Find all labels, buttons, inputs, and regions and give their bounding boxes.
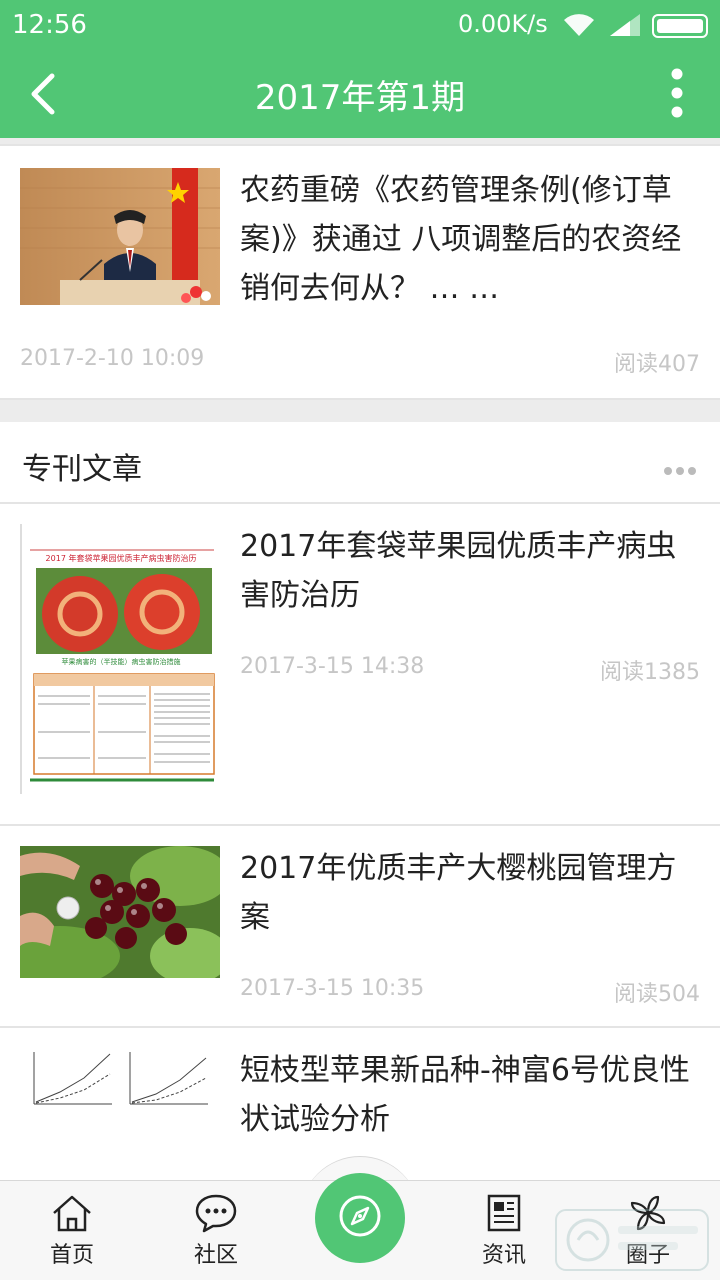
home-icon (22, 1191, 122, 1235)
article-thumbnail: 2017 年套袋苹果园优质丰产病虫害防治历 苹果病害的（半技能）病虫害防治措施 (20, 524, 220, 794)
chat-icon (166, 1191, 266, 1235)
status-bar: 12:56 0.00K/s (0, 0, 720, 50)
article-title[interactable]: 农药重磅《农药管理条例(修订草案)》获通过 八项调整后的农资经销何去何从？ … … (240, 166, 700, 313)
article-title[interactable]: 短枝型苹果新品种-神富6号优良性状试验分析 (240, 1046, 700, 1144)
more-vertical-icon[interactable] (660, 68, 694, 120)
article-date: 2017-3-15 14:38 (240, 654, 425, 679)
thumbnail-subcaption: 苹果病害的（半技能）病虫害防治措施 (61, 658, 181, 666)
article-date: 2017-2-10 10:09 (20, 346, 205, 371)
wifi-icon (562, 12, 596, 42)
article-title[interactable]: 2017年优质丰产大樱桃园管理方案 (240, 844, 700, 942)
battery-icon (652, 14, 708, 38)
article-read-count: 阅读504 (614, 982, 700, 1007)
nav-item-news[interactable]: 资讯 (454, 1191, 554, 1269)
nav-item-home[interactable]: 首页 (22, 1191, 122, 1269)
app-header: 2017年第1期 (0, 50, 720, 138)
newspaper-icon (454, 1191, 554, 1235)
page-title: 2017年第1期 (254, 78, 466, 118)
content-list[interactable]: 农药重磅《农药管理条例(修订草案)》获通过 八项调整后的农资经销何去何从？ … … (0, 138, 720, 1180)
more-horizontal-icon[interactable] (660, 460, 696, 479)
article-date: 2017-3-15 10:35 (240, 976, 425, 1001)
article-read-count: 阅读1385 (600, 660, 700, 685)
compass-icon (337, 1193, 383, 1243)
network-speed: 0.00K/s (458, 10, 548, 38)
article-thumbnail (20, 1048, 220, 1112)
nav-label-community: 社区 (193, 1243, 238, 1268)
article-title[interactable]: 2017年套袋苹果园优质丰产病虫害防治历 (240, 522, 700, 620)
thumbnail-caption: 2017 年套袋苹果园优质丰产病虫害防治历 (45, 554, 197, 563)
article-thumbnail (20, 846, 220, 978)
article-read-count: 阅读407 (614, 352, 700, 377)
list-item-top-article[interactable]: 农药重磅《农药管理条例(修订草案)》获通过 八项调整后的农资经销何去何从？ … … (0, 146, 720, 398)
nav-item-community[interactable]: 社区 (166, 1191, 266, 1269)
list-item-article[interactable]: 2017 年套袋苹果园优质丰产病虫害防治历 苹果病害的（半技能）病虫害防治措施 … (0, 504, 720, 824)
status-time: 12:56 (12, 10, 87, 40)
section-header: 专刊文章 (0, 422, 720, 504)
section-title: 专刊文章 (22, 452, 142, 487)
signal-icon (608, 14, 642, 40)
article-thumbnail (20, 168, 220, 305)
list-item-article[interactable]: 2017年优质丰产大樱桃园管理方案 2017-3-15 10:35 阅读504 (0, 826, 720, 1026)
divider (0, 398, 720, 400)
center-discover-button[interactable] (315, 1173, 405, 1263)
nav-label-news: 资讯 (481, 1243, 526, 1268)
nav-label-home: 首页 (49, 1243, 94, 1268)
watermark-logo (554, 1206, 710, 1274)
